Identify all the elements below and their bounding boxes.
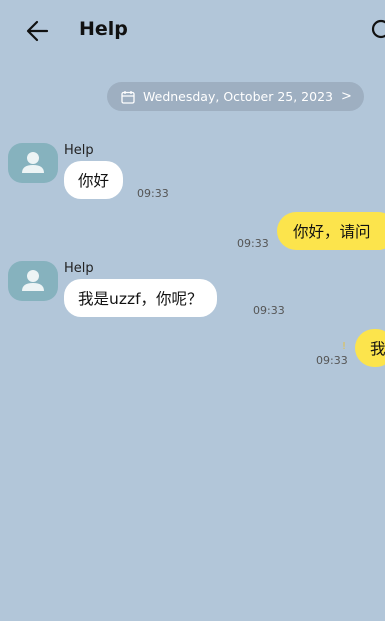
chevron-right-icon: > xyxy=(340,89,352,104)
back-arrow-icon[interactable] xyxy=(22,16,54,46)
message-time: 09:33 xyxy=(253,304,285,317)
message-bubble-incoming[interactable]: 你好 xyxy=(64,161,124,199)
send-status-indicator: ! xyxy=(342,341,347,352)
date-separator[interactable]: Wednesday, October 25, 2023 > xyxy=(107,82,364,111)
avatar[interactable] xyxy=(8,261,58,301)
person-icon xyxy=(22,270,44,291)
sender-name: Help xyxy=(64,143,94,158)
search-icon[interactable] xyxy=(368,16,385,46)
message-time: 09:33 xyxy=(237,237,269,250)
message-time: 09:33 xyxy=(316,354,348,367)
page-title: Help xyxy=(79,18,128,40)
calendar-icon xyxy=(121,90,135,104)
person-icon xyxy=(22,152,44,173)
message-bubble-incoming[interactable]: 我是uzzf，你呢？ xyxy=(64,279,217,317)
message-time: 09:33 xyxy=(137,187,169,200)
top-bar: Help xyxy=(0,0,385,62)
message-bubble-outgoing[interactable]: 你好，请问 xyxy=(277,212,385,250)
message-bubble-outgoing[interactable]: 我 xyxy=(355,329,385,367)
avatar[interactable] xyxy=(8,143,58,183)
sender-name: Help xyxy=(64,261,94,276)
date-text: Wednesday, October 25, 2023 xyxy=(143,89,333,104)
